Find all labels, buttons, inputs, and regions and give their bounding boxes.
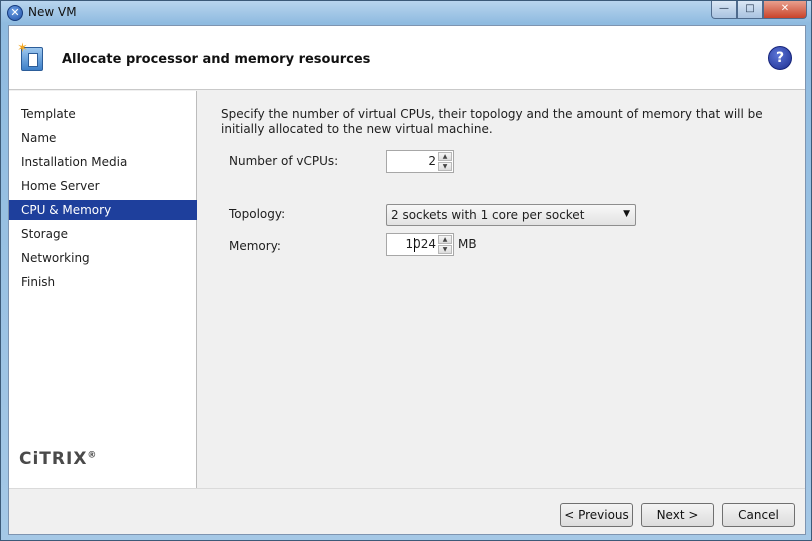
topology-dropdown[interactable]: 2 sockets with 1 core per socket ▼ xyxy=(386,204,636,226)
maximize-button[interactable]: □ xyxy=(737,1,763,19)
wizard-steps-sidebar: Template Name Installation Media Home Se… xyxy=(9,91,197,488)
minimize-button[interactable]: — xyxy=(711,1,737,19)
main-content: Specify the number of virtual CPUs, thei… xyxy=(198,91,805,488)
vm-wizard-icon: ✶ xyxy=(17,41,47,71)
title-bar[interactable]: ✕ New VM — □ ✕ xyxy=(1,1,811,25)
sidebar-item-template[interactable]: Template xyxy=(9,104,197,124)
registered-mark: ® xyxy=(87,450,98,461)
wizard-header: ✶ Allocate processor and memory resource… xyxy=(9,26,805,90)
dropdown-arrow-icon: ▼ xyxy=(623,209,630,219)
dialog-client: ✶ Allocate processor and memory resource… xyxy=(8,25,806,535)
app-icon: ✕ xyxy=(7,5,23,21)
vcpus-stepper-arrows: ▲ ▼ xyxy=(438,152,452,171)
memory-stepper[interactable]: 1024 ▲ ▼ xyxy=(386,233,454,256)
dialog-window: ✕ New VM — □ ✕ ✶ Allocate processor and … xyxy=(0,0,812,541)
sidebar-item-finish[interactable]: Finish xyxy=(9,272,197,292)
vcpus-label: Number of vCPUs: xyxy=(229,154,339,168)
sidebar-item-cpu-memory[interactable]: CPU & Memory xyxy=(9,200,197,220)
memory-unit: MB xyxy=(458,237,477,251)
memory-stepper-arrows: ▲ ▼ xyxy=(438,235,452,254)
chevron-down-icon[interactable]: ▼ xyxy=(438,245,452,254)
sidebar-item-name[interactable]: Name xyxy=(9,128,197,148)
window-title: New VM xyxy=(28,5,77,19)
chevron-up-icon[interactable]: ▲ xyxy=(438,152,452,161)
wizard-footer: < Previous Next > Cancel xyxy=(9,488,805,534)
memory-label: Memory: xyxy=(229,239,281,253)
topology-label: Topology: xyxy=(229,207,286,221)
sidebar-item-networking[interactable]: Networking xyxy=(9,248,197,268)
sidebar-item-installation-media[interactable]: Installation Media xyxy=(9,152,197,172)
help-icon[interactable]: ? xyxy=(768,46,792,70)
next-button[interactable]: Next > xyxy=(641,503,714,527)
citrix-logo-text: CiTRIX xyxy=(19,449,88,469)
citrix-logo: CiTRIX® xyxy=(19,449,97,469)
chevron-up-icon[interactable]: ▲ xyxy=(438,235,452,244)
chevron-down-icon[interactable]: ▼ xyxy=(438,162,452,171)
topology-value: 2 sockets with 1 core per socket xyxy=(391,208,585,222)
close-button[interactable]: ✕ xyxy=(763,1,807,19)
memory-value: 1024 xyxy=(405,237,436,251)
vcpus-value: 2 xyxy=(428,154,436,168)
previous-button[interactable]: < Previous xyxy=(560,503,633,527)
cancel-button[interactable]: Cancel xyxy=(722,503,795,527)
sidebar-item-storage[interactable]: Storage xyxy=(9,224,197,244)
page-description: Specify the number of virtual CPUs, thei… xyxy=(221,107,763,136)
sidebar-item-home-server[interactable]: Home Server xyxy=(9,176,197,196)
window-controls: — □ ✕ xyxy=(711,1,807,19)
vcpus-stepper[interactable]: 2 ▲ ▼ xyxy=(386,150,454,173)
page-title: Allocate processor and memory resources xyxy=(62,52,371,67)
